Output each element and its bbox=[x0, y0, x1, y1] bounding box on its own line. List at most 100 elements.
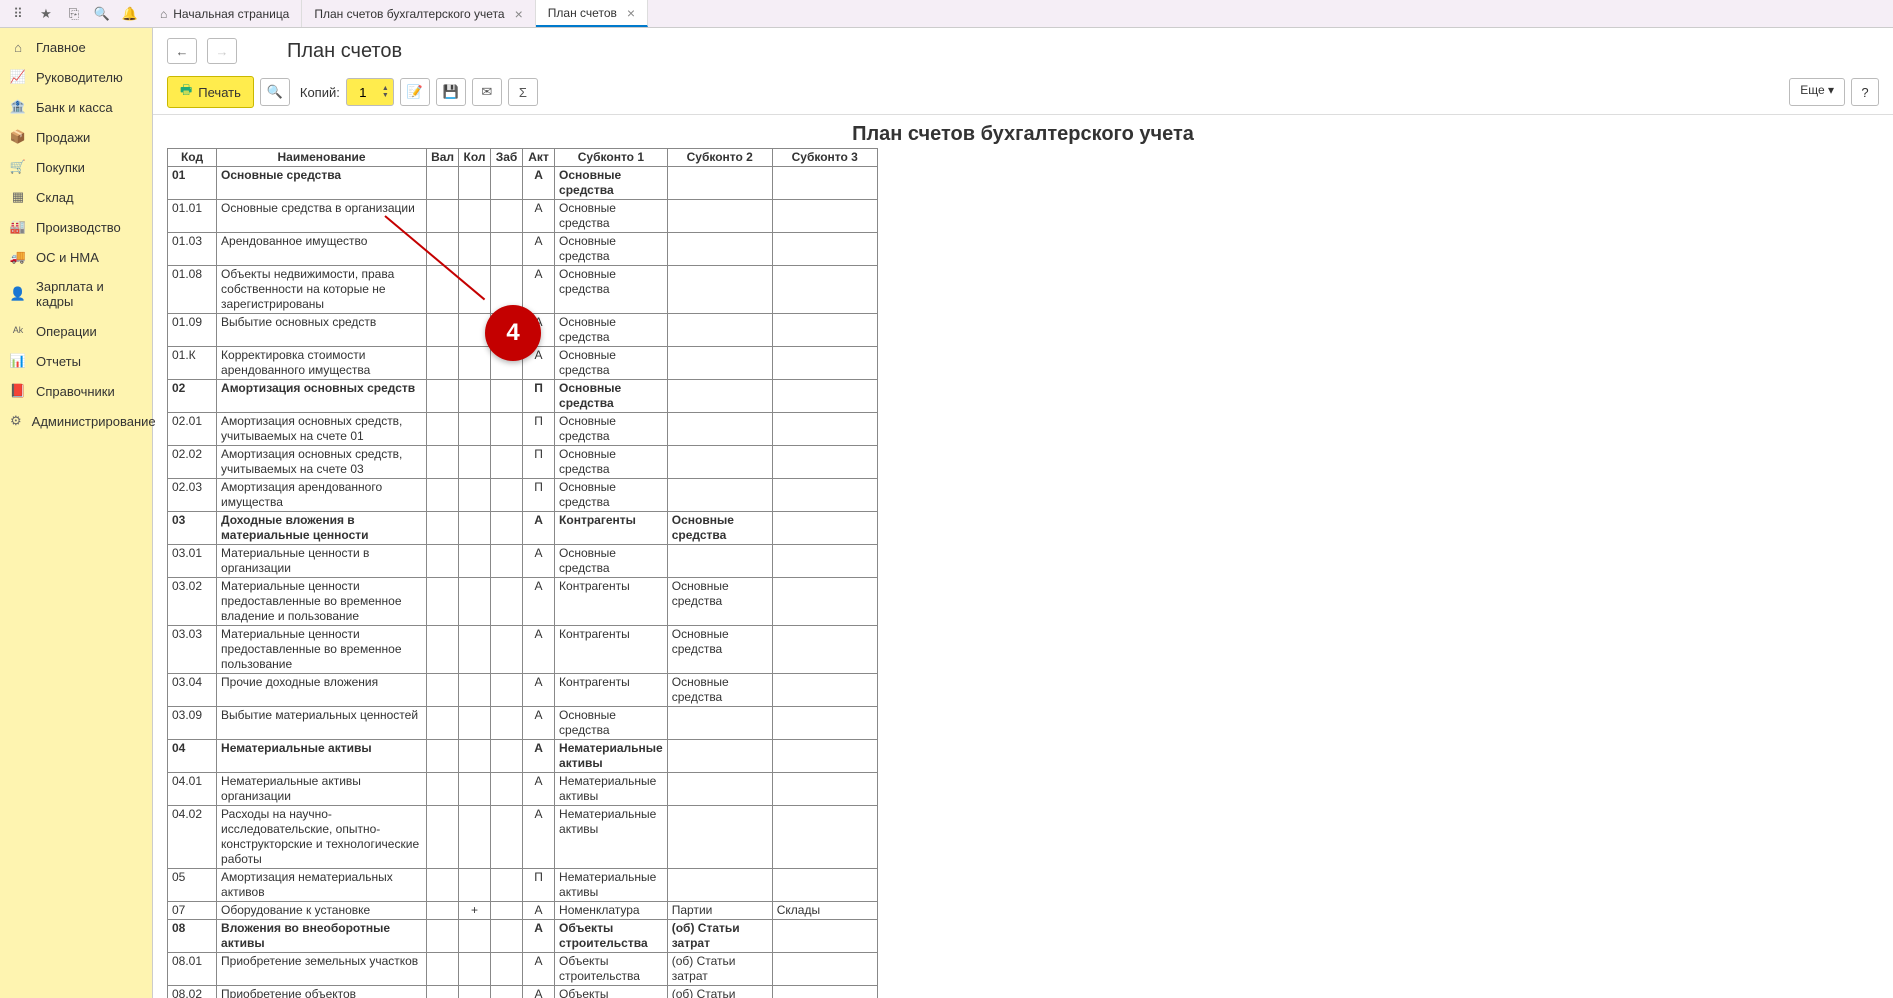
content: ← → План счетов 🖶 Печать 🔍 Копий: ▲▼ 📝 💾… bbox=[153, 28, 1893, 998]
more-button[interactable]: Еще ▾ bbox=[1789, 78, 1845, 106]
column-header: Субконто 3 bbox=[772, 149, 877, 167]
cell: Основные средства bbox=[555, 446, 668, 479]
cell bbox=[772, 167, 877, 200]
table-row[interactable]: 08Вложения во внеоборотные активыАОбъект… bbox=[168, 920, 878, 953]
table-row[interactable]: 07Оборудование к установке+АНоменклатура… bbox=[168, 902, 878, 920]
sum-button[interactable]: Σ bbox=[508, 78, 538, 106]
back-button[interactable]: ← bbox=[167, 38, 197, 64]
print-button[interactable]: 🖶 Печать bbox=[167, 76, 254, 108]
cell: 03 bbox=[168, 512, 217, 545]
close-icon[interactable]: × bbox=[627, 5, 635, 21]
cell bbox=[427, 545, 459, 578]
cell: Основные средства bbox=[555, 380, 668, 413]
person-icon: 👤 bbox=[10, 286, 26, 302]
sidebar-item-bank[interactable]: 🏦Банк и касса bbox=[0, 92, 152, 122]
cell: Арендованное имущество bbox=[217, 233, 427, 266]
table-row[interactable]: 08.02Приобретение объектов природопользо… bbox=[168, 986, 878, 998]
cell bbox=[459, 545, 491, 578]
cell bbox=[491, 233, 523, 266]
cell: А bbox=[523, 707, 555, 740]
cell bbox=[772, 986, 877, 998]
cell: Материальные ценности в организации bbox=[217, 545, 427, 578]
sidebar-item-home[interactable]: ⌂Главное bbox=[0, 32, 152, 62]
cell bbox=[772, 869, 877, 902]
cell bbox=[667, 233, 772, 266]
search-icon[interactable]: 🔍 bbox=[88, 0, 116, 28]
table-row[interactable]: 02.03Амортизация арендованного имущества… bbox=[168, 479, 878, 512]
column-header: Кол bbox=[459, 149, 491, 167]
cell bbox=[491, 446, 523, 479]
email-button[interactable]: ✉ bbox=[472, 78, 502, 106]
table-area[interactable]: 4 План счетов бухгалтерского учета КодНа… bbox=[153, 115, 1893, 998]
cell bbox=[459, 413, 491, 446]
edit-button[interactable]: 📝 bbox=[400, 78, 430, 106]
cell: Основные средства bbox=[667, 626, 772, 674]
cell bbox=[427, 380, 459, 413]
sidebar-item-ops[interactable]: ᴬᵏОперации bbox=[0, 316, 152, 346]
sidebar-item-chart[interactable]: 📈Руководителю bbox=[0, 62, 152, 92]
cell: 04.02 bbox=[168, 806, 217, 869]
sidebar-item-warehouse[interactable]: ▦Склад bbox=[0, 182, 152, 212]
table-row[interactable]: 03.02Материальные ценности предоставленн… bbox=[168, 578, 878, 626]
table-row[interactable]: 03Доходные вложения в материальные ценно… bbox=[168, 512, 878, 545]
cell bbox=[427, 578, 459, 626]
tab-1[interactable]: План счетов бухгалтерского учета× bbox=[302, 0, 535, 27]
chart-icon: 📈 bbox=[10, 69, 26, 85]
copies-spinner[interactable]: ▲▼ bbox=[382, 85, 389, 99]
close-icon[interactable]: × bbox=[515, 6, 523, 22]
table-row[interactable]: 01Основные средстваАОсновные средства bbox=[168, 167, 878, 200]
preview-button[interactable]: 🔍 bbox=[260, 78, 290, 106]
table-row[interactable]: 03.01Материальные ценности в организации… bbox=[168, 545, 878, 578]
table-row[interactable]: 05Амортизация нематериальных активовПНем… bbox=[168, 869, 878, 902]
cell bbox=[459, 953, 491, 986]
cell: П bbox=[523, 479, 555, 512]
help-button[interactable]: ? bbox=[1851, 78, 1879, 106]
bell-icon[interactable]: 🔔 bbox=[116, 0, 144, 28]
save-button[interactable]: 💾 bbox=[436, 78, 466, 106]
table-row[interactable]: 08.01Приобретение земельных участковАОбъ… bbox=[168, 953, 878, 986]
table-row[interactable]: 03.09Выбытие материальных ценностейАОсно… bbox=[168, 707, 878, 740]
table-row[interactable]: 02.02Амортизация основных средств, учиты… bbox=[168, 446, 878, 479]
sidebar-item-bars[interactable]: 📊Отчеты bbox=[0, 346, 152, 376]
sidebar-item-book[interactable]: 📕Справочники bbox=[0, 376, 152, 406]
table-row[interactable]: 03.04Прочие доходные вложенияАКонтрагент… bbox=[168, 674, 878, 707]
apps-icon[interactable]: ⠿ bbox=[4, 0, 32, 28]
cell: Приобретение земельных участков bbox=[217, 953, 427, 986]
cell: Нематериальные активы bbox=[217, 740, 427, 773]
cell bbox=[427, 773, 459, 806]
cell: Основные средства bbox=[555, 707, 668, 740]
sidebar-label: Главное bbox=[36, 40, 86, 55]
sidebar-item-person[interactable]: 👤Зарплата и кадры bbox=[0, 272, 152, 316]
sidebar-item-gear[interactable]: ⚙Администрирование bbox=[0, 406, 152, 436]
table-row[interactable]: 03.03Материальные ценности предоставленн… bbox=[168, 626, 878, 674]
star-icon[interactable]: ★ bbox=[32, 0, 60, 28]
cell bbox=[772, 626, 877, 674]
table-row[interactable]: 01.01Основные средства в организацииАОсн… bbox=[168, 200, 878, 233]
report-title: План счетов бухгалтерского учета bbox=[167, 123, 1879, 146]
tab-0[interactable]: ⌂Начальная страница bbox=[148, 0, 302, 27]
table-row[interactable]: 04.01Нематериальные активы организацииАН… bbox=[168, 773, 878, 806]
table-row[interactable]: 02.01Амортизация основных средств, учиты… bbox=[168, 413, 878, 446]
cell: Контрагенты bbox=[555, 512, 668, 545]
cell bbox=[459, 740, 491, 773]
forward-button[interactable]: → bbox=[207, 38, 237, 64]
cell: Амортизация основных средств bbox=[217, 380, 427, 413]
cell: Объекты строительства bbox=[555, 953, 668, 986]
copies-input[interactable]: ▲▼ bbox=[346, 78, 394, 106]
table-row[interactable]: 02Амортизация основных средствПОсновные … bbox=[168, 380, 878, 413]
sidebar-item-factory[interactable]: 🏭Производство bbox=[0, 212, 152, 242]
cell: Основные средства bbox=[555, 479, 668, 512]
table-row[interactable]: 01.03Арендованное имуществоАОсновные сре… bbox=[168, 233, 878, 266]
copy-icon[interactable]: ⎘ bbox=[60, 0, 88, 28]
table-row[interactable]: 04Нематериальные активыАНематериальные а… bbox=[168, 740, 878, 773]
sidebar-item-cart[interactable]: 🛒Покупки bbox=[0, 152, 152, 182]
cell bbox=[459, 674, 491, 707]
top-icons: ⠿ ★ ⎘ 🔍 🔔 bbox=[0, 0, 148, 28]
sidebar-item-sales[interactable]: 📦Продажи bbox=[0, 122, 152, 152]
tab-2[interactable]: План счетов× bbox=[536, 0, 648, 27]
sidebar-item-truck[interactable]: 🚚ОС и НМА bbox=[0, 242, 152, 272]
cell bbox=[491, 512, 523, 545]
table-row[interactable]: 04.02Расходы на научно-исследовательские… bbox=[168, 806, 878, 869]
cell: А bbox=[523, 920, 555, 953]
copies-field[interactable] bbox=[351, 85, 375, 100]
